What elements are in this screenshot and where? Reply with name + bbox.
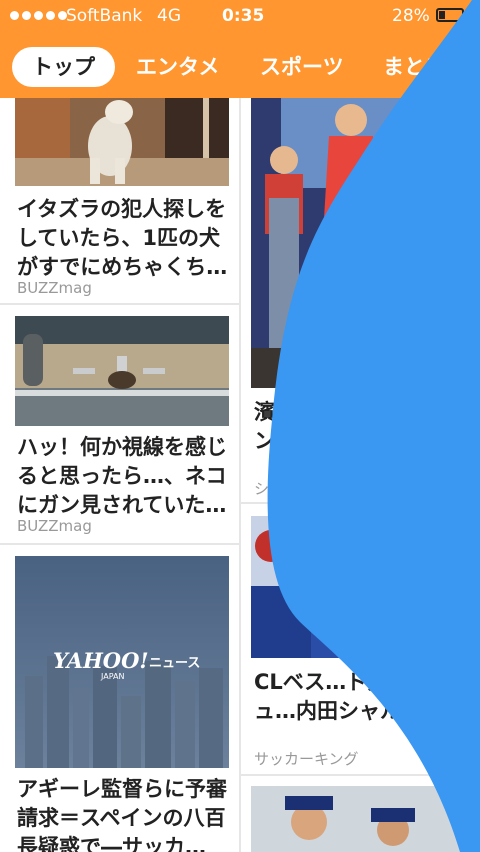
article-card[interactable]: YAHOO! JAPAN ニュース アギーレ監督らに予審請求＝スペインの八百長疑… bbox=[0, 545, 239, 852]
article-source: シネ… bbox=[254, 480, 300, 498]
article-source: サッカーキング bbox=[254, 750, 359, 768]
article-card[interactable]: CLベス…ド決定…ュ…内田シャルケ… サッカーキング bbox=[241, 504, 480, 774]
carrier-label: SoftBank bbox=[66, 6, 143, 26]
article-card[interactable]: ハッ！何か視線を感じると思ったら…、ネコにガン見されていた… BUZZmag bbox=[0, 305, 239, 545]
article-title[interactable]: アギーレ監督らに予審請求＝スペインの八百長疑惑で―サッカ… bbox=[17, 775, 229, 852]
article-thumbnail bbox=[251, 516, 465, 658]
article-title[interactable]: ハッ！何か視線を感じると思ったら…、ネコにガン見されていた… bbox=[17, 433, 229, 520]
yahoo-news-label: ニュース bbox=[149, 656, 201, 671]
article-card[interactable]: イタズラの犯人探しをしていたら、1匹の犬がすでにめちゃくち… BUZZmag bbox=[0, 98, 239, 304]
article-thumbnail bbox=[15, 316, 229, 426]
network-type: 4G bbox=[157, 6, 181, 26]
article-thumbnail bbox=[251, 786, 465, 852]
yahoo-logo: YAHOO! bbox=[53, 648, 149, 673]
article-card[interactable]: 濱田龍…173…セン… シネ… bbox=[241, 98, 480, 504]
tab-sports[interactable]: スポーツ bbox=[260, 47, 344, 87]
tab-top[interactable]: トップ bbox=[12, 47, 115, 87]
battery-icon bbox=[436, 8, 464, 22]
article-source: BUZZmag bbox=[17, 517, 92, 535]
battery-level bbox=[439, 11, 445, 19]
battery-tip-icon bbox=[466, 13, 469, 19]
tab-entertainment[interactable]: エンタメ bbox=[136, 47, 219, 87]
article-thumbnail: YAHOO! JAPAN ニュース bbox=[15, 556, 229, 768]
article-title[interactable]: イタズラの犯人探しをしていたら、1匹の犬がすでにめちゃくち… bbox=[17, 195, 229, 282]
signal-strength-icon bbox=[10, 11, 67, 20]
article-source: BUZZmag bbox=[17, 279, 92, 297]
article-thumbnail bbox=[15, 98, 229, 186]
clock: 0:35 bbox=[222, 6, 265, 26]
yahoo-logo-sub: JAPAN bbox=[101, 672, 125, 681]
news-feed[interactable]: イタズラの犯人探しをしていたら、1匹の犬がすでにめちゃくち… BUZZmag ハ… bbox=[0, 98, 480, 852]
category-tab-bar[interactable]: トップ エンタメ スポーツ まとめ bbox=[0, 34, 480, 98]
status-bar: SoftBank 4G 0:35 28% bbox=[0, 0, 480, 34]
tab-matome[interactable]: まとめ bbox=[383, 47, 446, 87]
article-title[interactable]: 濱田龍…173…セン… bbox=[254, 398, 462, 485]
battery-percent: 28% bbox=[392, 6, 430, 26]
article-thumbnail bbox=[251, 98, 465, 388]
article-card[interactable] bbox=[241, 776, 480, 852]
article-title[interactable]: CLベス…ド決定…ュ…内田シャルケ… bbox=[254, 668, 462, 755]
